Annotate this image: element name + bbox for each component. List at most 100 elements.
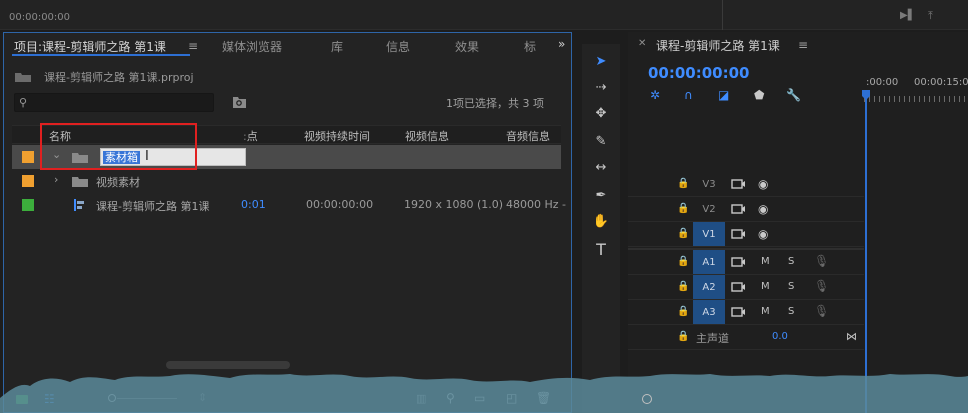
search-input[interactable]: ⚲	[14, 93, 214, 112]
solo-button[interactable]: S	[788, 281, 794, 292]
track-target[interactable]: A1	[693, 250, 725, 274]
solo-button[interactable]: S	[788, 306, 794, 317]
duration-value: 00:00:00:00	[306, 198, 374, 211]
sync-lock-icon[interactable]	[731, 203, 745, 214]
eye-icon[interactable]: ◉	[758, 202, 768, 216]
sequence-tab[interactable]: 课程-剪辑师之路 第1课	[656, 37, 780, 54]
pen-tool-icon[interactable]: ✒	[590, 184, 612, 206]
sequence-icon	[74, 199, 84, 211]
eye-icon[interactable]: ◉	[758, 177, 768, 191]
mute-button[interactable]: M	[761, 256, 770, 267]
divider	[722, 0, 723, 30]
track-target[interactable]: V2	[693, 197, 725, 221]
tab-effects[interactable]: 效果	[455, 38, 479, 55]
razor-tool-icon[interactable]: ✎	[590, 130, 612, 152]
ruler-ticks	[864, 96, 968, 102]
folder-icon	[72, 177, 88, 187]
table-row[interactable]: 课程-剪辑师之路 第1课 0:01 00:00:00:00 1920 x 108…	[12, 193, 566, 217]
sync-lock-icon[interactable]	[731, 256, 745, 267]
track-v3: 🔒 V3 ◉	[628, 172, 864, 197]
video-info-value: 1920 x 1080 (1.0)	[404, 198, 504, 211]
track-target[interactable]: A3	[693, 300, 725, 324]
slip-tool-icon[interactable]: ↔	[590, 156, 612, 178]
master-volume-value[interactable]: 0.0	[772, 331, 788, 342]
lock-icon[interactable]: 🔒	[677, 281, 689, 292]
expand-chevron-icon[interactable]: ›	[54, 173, 58, 186]
label-color-swatch[interactable]	[22, 175, 34, 187]
project-file-name: 课程-剪辑师之路 第1课.prproj	[44, 71, 194, 84]
microphone-icon[interactable]: 🎙	[814, 279, 829, 293]
sync-lock-icon[interactable]	[731, 306, 745, 317]
bowtie-icon[interactable]: ⋈	[846, 330, 857, 343]
col-video-info[interactable]: 视频信息	[405, 128, 449, 144]
col-in-point[interactable]: :点	[243, 128, 258, 144]
lock-icon[interactable]: 🔒	[677, 306, 689, 317]
lock-icon[interactable]: 🔒	[677, 331, 689, 342]
type-tool-icon[interactable]: T	[590, 238, 612, 260]
ruler-label: :00:00	[866, 77, 899, 88]
ruler-label: 00:00:15:00	[914, 77, 968, 88]
selection-tool-icon[interactable]: ➤	[590, 50, 612, 72]
tab-library[interactable]: 库	[331, 38, 343, 55]
sync-lock-icon[interactable]	[731, 228, 745, 239]
track-master: 🔒 主声道 0.0 ⋈	[628, 325, 864, 350]
more-tabs-icon[interactable]: »	[558, 37, 565, 51]
lock-icon[interactable]: 🔒	[677, 203, 689, 214]
track-target[interactable]: A2	[693, 275, 725, 299]
label-color-swatch[interactable]	[22, 199, 34, 211]
source-monitor-strip: 00:00:00:00 ▶▌ ⤒	[0, 0, 968, 30]
item-name[interactable]: 视频素材	[96, 174, 140, 190]
mute-button[interactable]: M	[761, 306, 770, 317]
microphone-icon[interactable]: 🎙	[814, 254, 829, 268]
lock-icon[interactable]: 🔒	[677, 178, 689, 189]
search-icon: ⚲	[19, 96, 28, 109]
waveform-overlay	[0, 374, 968, 413]
snap-icon[interactable]: ∩	[684, 88, 693, 102]
lock-icon[interactable]: 🔒	[677, 228, 689, 239]
table-row[interactable]: › 视频素材	[12, 169, 561, 193]
col-video-duration[interactable]: 视频持续时间	[304, 128, 370, 144]
solo-button[interactable]: S	[788, 256, 794, 267]
panel-menu-icon[interactable]: ≡	[188, 39, 198, 53]
highlight-annotation	[40, 123, 197, 170]
add-marker-icon[interactable]: ⬟	[754, 88, 764, 102]
track-select-tool-icon[interactable]: ⇢	[590, 76, 612, 98]
eye-icon[interactable]: ◉	[758, 227, 768, 241]
nest-toggle-icon[interactable]: ✲	[650, 88, 660, 102]
export-frame-icon[interactable]: ⤒	[928, 9, 944, 23]
new-search-bin-icon[interactable]	[232, 95, 247, 109]
linked-selection-icon[interactable]: ◪	[718, 88, 729, 102]
ripple-edit-tool-icon[interactable]: ✥	[590, 102, 612, 124]
wrench-icon[interactable]: 🔧	[786, 88, 801, 102]
track-a2: 🔒 A2 M S 🎙	[628, 275, 864, 300]
col-audio-info[interactable]: 音频信息	[506, 128, 550, 144]
sync-lock-icon[interactable]	[731, 281, 745, 292]
lock-icon[interactable]: 🔒	[677, 256, 689, 267]
time-ruler[interactable]: :00:00 00:00:15:00	[864, 76, 968, 104]
playhead[interactable]	[865, 90, 867, 413]
playhead-timecode[interactable]: 00:00:00:00	[648, 64, 750, 82]
bin-icon	[15, 73, 31, 82]
step-forward-icon[interactable]: ▶▌	[900, 10, 916, 22]
timeline-zoom-handle[interactable]	[642, 394, 652, 404]
project-panel: 项目:课程-剪辑师之路 第1课 ≡ 媒体浏览器 库 信息 效果 标 » 课程-剪…	[3, 32, 572, 413]
tab-project[interactable]: 项目:课程-剪辑师之路 第1课	[14, 38, 166, 55]
track-target[interactable]: V3	[693, 172, 725, 196]
track-v1: 🔒 V1 ◉	[628, 222, 864, 247]
timeline-panel: ✕ 课程-剪辑师之路 第1课 ≡ 00:00:00:00 ✲ ∩ ◪ ⬟ 🔧 :…	[628, 32, 968, 413]
hand-tool-icon[interactable]: ✋	[590, 210, 612, 232]
tab-info[interactable]: 信息	[386, 38, 410, 55]
panel-menu-icon[interactable]: ≡	[798, 38, 808, 52]
in-point-value[interactable]: 0:01	[241, 198, 266, 211]
track-target[interactable]: V1	[693, 222, 725, 246]
close-icon[interactable]: ✕	[638, 38, 646, 49]
microphone-icon[interactable]: 🎙	[814, 304, 829, 318]
item-name[interactable]: 课程-剪辑师之路 第1课	[96, 198, 209, 214]
tab-media-browser[interactable]: 媒体浏览器	[222, 38, 282, 55]
sync-lock-icon[interactable]	[731, 178, 745, 189]
tab-markers[interactable]: 标	[524, 38, 536, 55]
active-tab-indicator	[12, 54, 190, 56]
track-a3: 🔒 A3 M S 🎙	[628, 300, 864, 325]
label-color-swatch[interactable]	[22, 151, 34, 163]
mute-button[interactable]: M	[761, 281, 770, 292]
